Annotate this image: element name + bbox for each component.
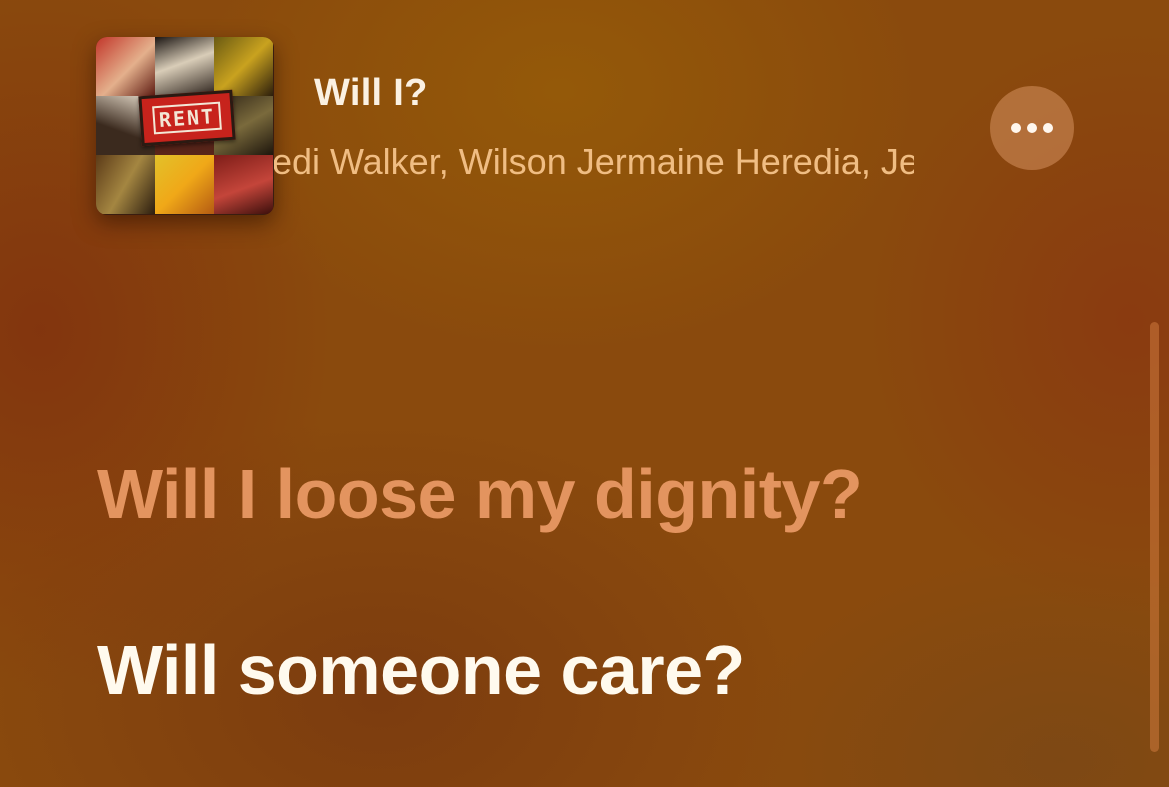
ellipsis-icon	[1011, 123, 1053, 133]
artists-marquee[interactable]: Fredi Walker, Wilson Jermaine Heredia, J…	[274, 135, 914, 185]
lyric-line-current[interactable]: Will someone care?	[97, 630, 745, 710]
now-playing-header: RENT Will I? Fredi Walker, Wilson Jermai…	[0, 0, 1169, 230]
artwork-tile	[96, 37, 155, 96]
artwork-tile	[214, 155, 273, 214]
artwork-logo-text: RENT	[152, 101, 222, 135]
album-artwork[interactable]: RENT	[96, 37, 274, 215]
artwork-tile	[214, 37, 273, 96]
artwork-tile	[155, 155, 214, 214]
ellipsis-dot	[1043, 123, 1053, 133]
more-options-button[interactable]	[990, 86, 1074, 170]
lyrics-scrollbar[interactable]	[1150, 322, 1159, 752]
artwork-tile	[96, 155, 155, 214]
ellipsis-dot	[1011, 123, 1021, 133]
ellipsis-dot	[1027, 123, 1037, 133]
artwork-logo: RENT	[138, 89, 236, 147]
song-title[interactable]: Will I?	[314, 72, 428, 115]
artist-names: Fredi Walker, Wilson Jermaine Heredia, J…	[274, 141, 914, 182]
lyric-line-previous[interactable]: Will I loose my dignity?	[97, 454, 863, 534]
artwork-tile	[155, 37, 214, 96]
